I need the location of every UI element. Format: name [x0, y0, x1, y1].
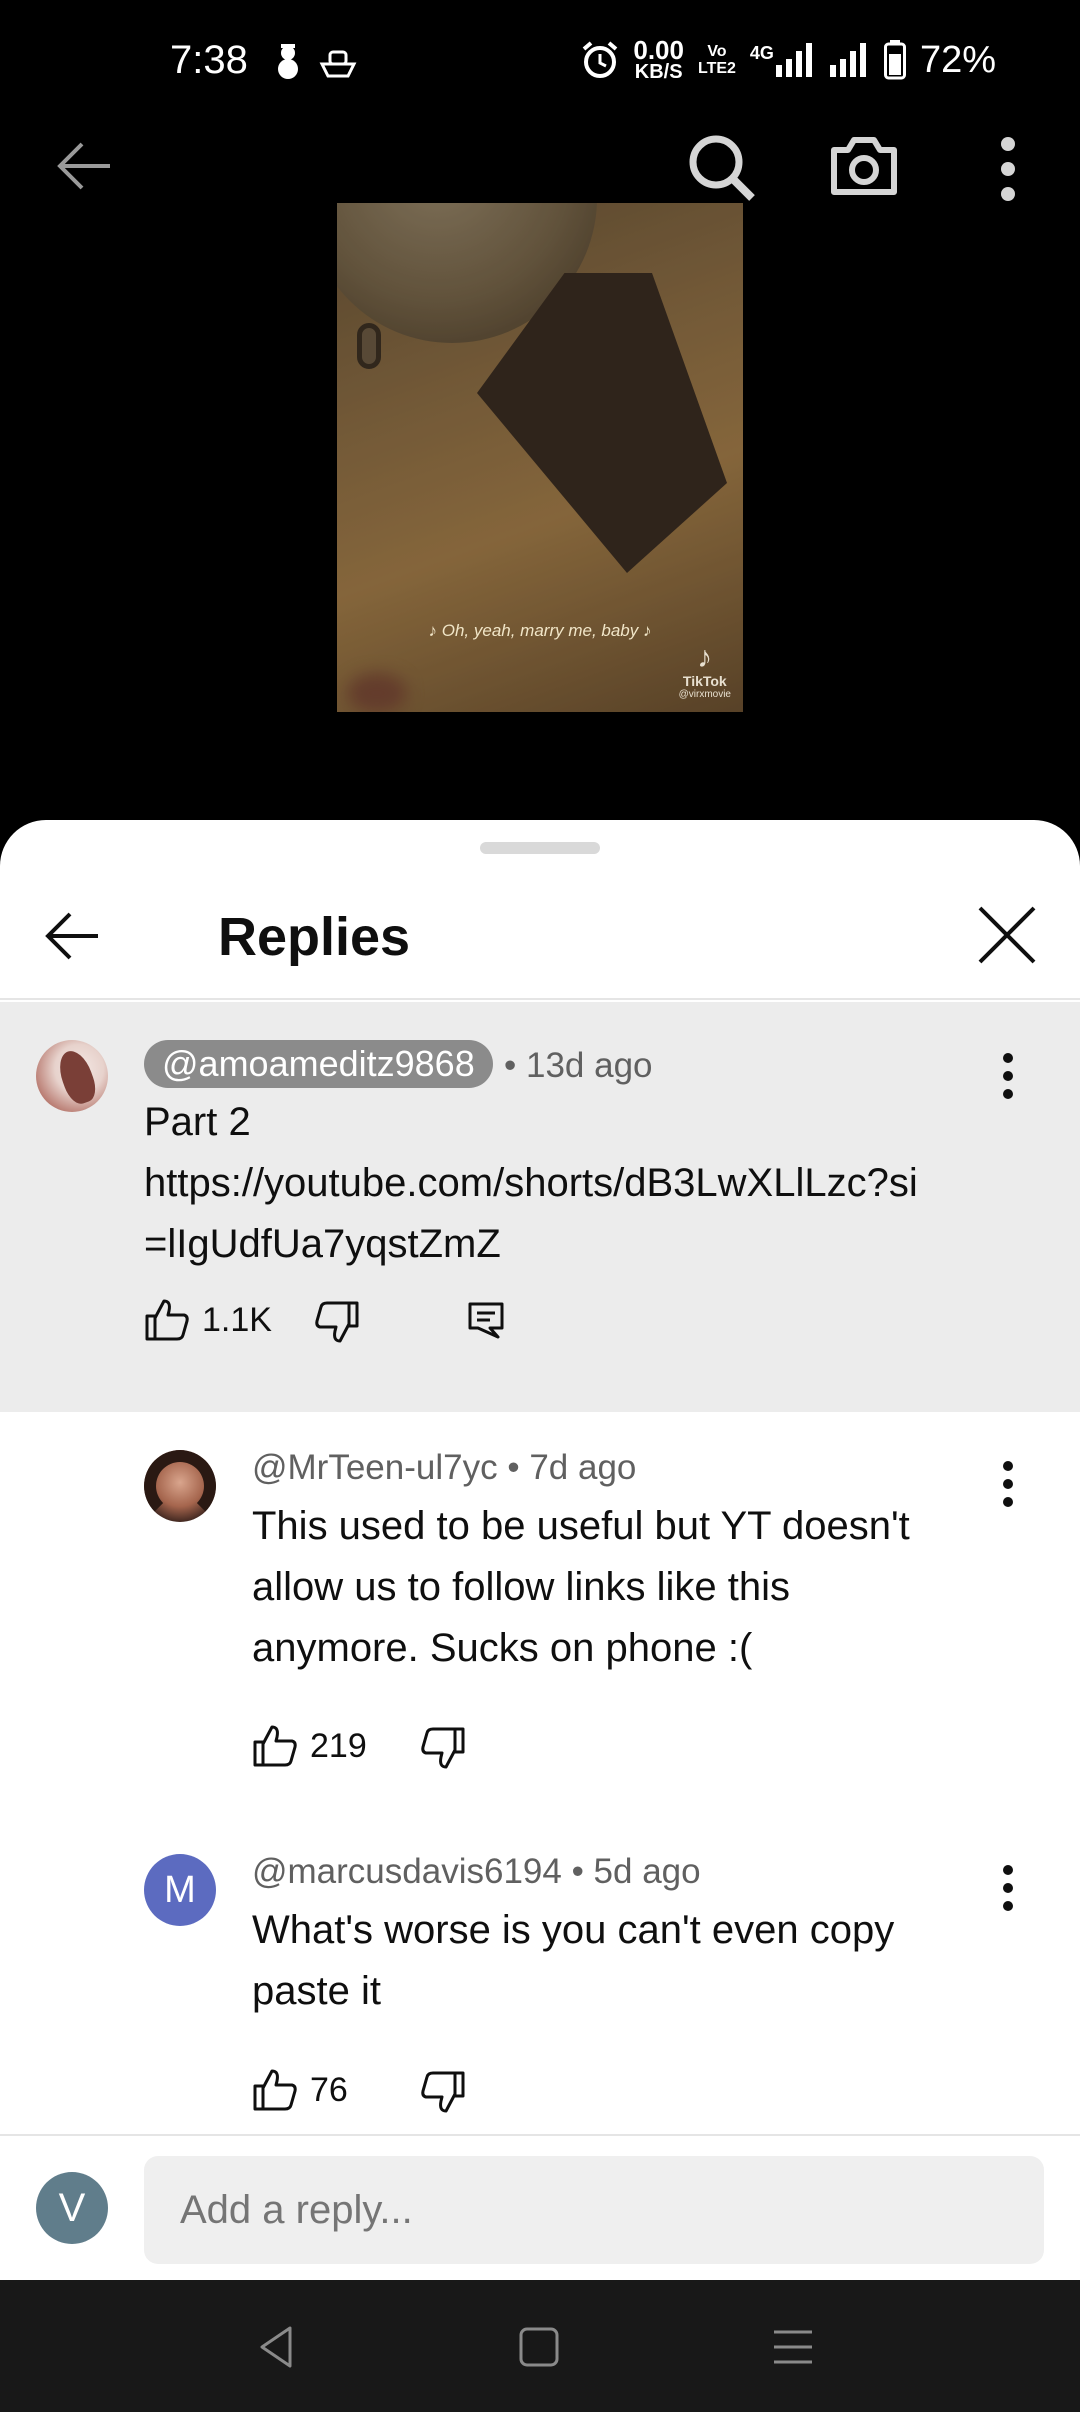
nav-recents-icon[interactable]: [766, 2320, 820, 2374]
tiktok-icon: ♪: [697, 641, 713, 674]
sheet-title: Replies: [218, 907, 411, 967]
signal-icon: [829, 43, 866, 77]
more-vert-icon[interactable]: [988, 1048, 1028, 1108]
comment-text: What's worse is you can't even copy past…: [252, 1908, 895, 2013]
like-count: 1.1K: [202, 1300, 272, 1339]
net-speed: 0.00 KB/S: [633, 35, 684, 83]
battery-icon: [883, 40, 906, 80]
search-icon[interactable]: [686, 132, 756, 202]
video-lyric: ♪ Oh, yeah, marry me, baby ♪: [428, 621, 652, 640]
like-button[interactable]: 76: [252, 2068, 348, 2112]
comment-author-handle[interactable]: @marcusdavis6194: [252, 1852, 562, 1891]
reply-composer: V: [0, 2134, 1080, 2280]
video-player[interactable]: ♪ Oh, yeah, marry me, baby ♪ ♪ TikTok @v…: [337, 203, 743, 712]
reply-header: @MrTeen-ul7yc • 7d ago: [252, 1448, 636, 1488]
thumbs-up-icon: [253, 1725, 297, 1767]
alarm-icon: [583, 41, 618, 78]
comment-author-handle[interactable]: @amoameditz9868: [144, 1040, 493, 1088]
thumbs-up-icon: [253, 2069, 297, 2111]
system-nav-bar: [0, 2280, 1080, 2412]
tiktok-watermark: ♪ TikTok @virxmovie: [678, 641, 731, 701]
nav-home-icon[interactable]: [512, 2320, 566, 2374]
signal-icon: [775, 43, 812, 77]
comment-age: • 7d ago: [507, 1448, 637, 1487]
status-time: 7:38: [170, 38, 248, 82]
boat-icon: [319, 50, 357, 78]
network-4g-signal: 4G: [750, 43, 816, 77]
snowman-icon: [278, 44, 298, 79]
reply-header: @marcusdavis6194 • 5d ago: [252, 1852, 701, 1892]
like-count: 219: [310, 1726, 367, 1765]
avatar[interactable]: M: [144, 1854, 216, 1926]
like-button[interactable]: 1.1K: [144, 1298, 272, 1342]
drag-handle[interactable]: [480, 842, 600, 854]
avatar[interactable]: [36, 1040, 108, 1112]
sheet-header: Replies: [0, 880, 1080, 1000]
thumbs-up-icon: [145, 1299, 189, 1341]
thumbs-down-icon[interactable]: [420, 2070, 466, 2114]
replies-sheet: Replies @amoameditz9868 • 13d ago Part 2…: [0, 820, 1080, 2280]
comment-text: Part 2 https://youtube.com/shorts/dB3LwX…: [144, 1092, 918, 1275]
status-bar: 7:38 0.00 KB/S Vo LTE2 4G 72%: [0, 0, 1080, 120]
status-right: 0.00 KB/S Vo LTE2 4G 72%: [581, 35, 996, 83]
avatar[interactable]: [144, 1450, 216, 1522]
close-icon[interactable]: [976, 904, 1038, 966]
reply-comment-icon[interactable]: [466, 1300, 506, 1340]
battery-percent: 72%: [919, 38, 996, 81]
reply-input[interactable]: [144, 2156, 1044, 2264]
like-count: 76: [310, 2070, 348, 2109]
volte-badge: Vo LTE2: [697, 43, 736, 77]
like-button[interactable]: 219: [252, 1724, 367, 1768]
comment-line: Part 2: [144, 1100, 251, 1144]
comment-link[interactable]: =lIgUdfUa7yqstZmZ: [144, 1214, 918, 1275]
thumbs-down-icon[interactable]: [314, 1300, 360, 1344]
comment-author-handle[interactable]: @MrTeen-ul7yc: [252, 1448, 498, 1487]
comment-text: This used to be useful but YT doesn't al…: [252, 1504, 910, 1670]
comment-link[interactable]: https://youtube.com/shorts/dB3LwXLlLzc?s…: [144, 1153, 918, 1214]
comment-age: • 5d ago: [571, 1852, 701, 1891]
more-vert-icon[interactable]: [988, 1456, 1028, 1516]
more-vert-icon[interactable]: [988, 1860, 1028, 1920]
back-arrow-icon[interactable]: [44, 908, 100, 964]
more-vert-icon[interactable]: [986, 134, 1030, 204]
camera-icon[interactable]: [828, 130, 900, 202]
back-arrow-icon[interactable]: [54, 136, 114, 196]
thumbs-down-icon[interactable]: [420, 1726, 466, 1770]
avatar[interactable]: V: [36, 2172, 108, 2244]
nav-back-icon[interactable]: [250, 2320, 304, 2374]
parent-comment: @amoameditz9868 • 13d ago Part 2 https:/…: [0, 1002, 1080, 1412]
comment-age: • 13d ago: [504, 1046, 653, 1085]
